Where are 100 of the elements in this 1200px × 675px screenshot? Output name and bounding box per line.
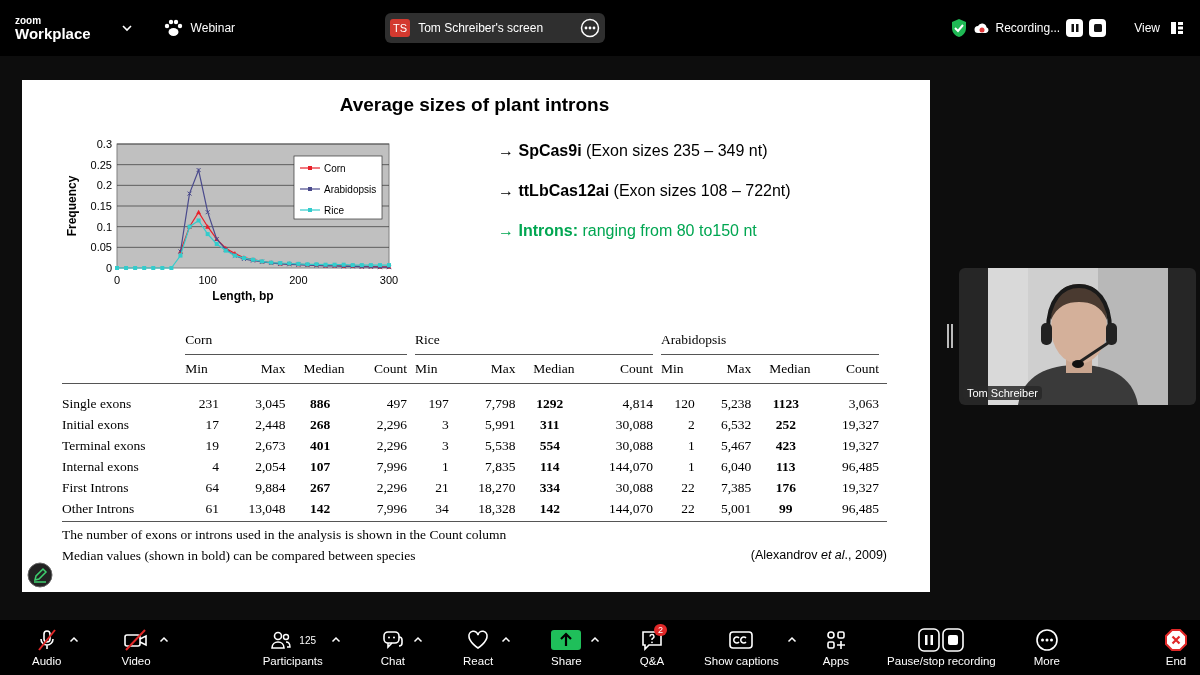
table-cell: 423 (775, 438, 796, 453)
table-cell: 5,991 (485, 417, 516, 432)
table-cell: 2,673 (255, 438, 286, 453)
table-cell: 2,296 (376, 480, 408, 495)
table-cell: 3,063 (848, 396, 879, 411)
table-cell: 19,327 (841, 438, 879, 453)
table-cell: 107 (309, 459, 331, 474)
table-cell: 114 (540, 459, 560, 474)
table-cell: 4,814 (622, 396, 653, 411)
table-cell: 7,996 (376, 501, 408, 516)
table-note: The number of exons or introns used in the analysis is shown in the Count column (62, 527, 508, 543)
x-tick-label: 100 (198, 274, 217, 286)
table-cell: 113 (776, 459, 796, 474)
table-cell: 5,001 (720, 501, 752, 516)
row-label: Terminal exons (62, 438, 146, 453)
table-cell: 22 (681, 480, 695, 495)
table-cell: 176 (775, 480, 796, 495)
table-cell: 120 (674, 396, 695, 411)
table-cell: 61 (205, 501, 219, 516)
table-cell: 3,045 (255, 396, 286, 411)
group-header: Corn (185, 332, 408, 355)
table-cell: 2,054 (255, 459, 286, 474)
table-cell: 19 (205, 438, 219, 453)
column-header: Min (660, 361, 684, 376)
table-cell: 554 (539, 438, 560, 453)
table-cell: 2 (687, 417, 695, 432)
column-header: Median (533, 361, 575, 376)
table-cell: 1123 (772, 396, 799, 411)
table-cell: 99 (779, 501, 793, 516)
column-header: Median (769, 361, 811, 376)
table-cell: 886 (309, 396, 331, 411)
table-cell: 142 (539, 501, 560, 516)
x-axis-title: Length, bp (212, 289, 274, 303)
table-cell: 30,088 (615, 438, 653, 453)
column-header: Min (415, 361, 438, 376)
column-header: Count (846, 361, 879, 376)
table-cell: 7,835 (485, 459, 516, 474)
app-logo: Workplace (15, 25, 91, 41)
table-cell: 4 (212, 459, 219, 474)
table-cell: 2,296 (376, 417, 408, 432)
row-label: Internal exons (62, 459, 139, 474)
table-cell: 2,448 (255, 417, 286, 432)
column-header: Count (619, 361, 653, 376)
table-cell: 6,040 (720, 459, 752, 474)
table-cell: 13,048 (248, 501, 286, 516)
table-cell: 7,996 (376, 459, 408, 474)
table-cell: 3 (442, 417, 449, 432)
y-tick-label: 0.3 (96, 138, 112, 150)
share-banner-label: Tom Schreiber's screen (418, 21, 545, 35)
participant-count: 125 (299, 634, 317, 646)
column-header: Max (726, 361, 752, 376)
column-header: Max (490, 361, 516, 376)
table-cell: 3 (442, 438, 449, 453)
table-cell: 334 (539, 480, 560, 495)
table-cell: 267 (309, 480, 331, 495)
table-cell: 96,485 (841, 501, 879, 516)
table-cell: 19,327 (841, 480, 879, 495)
table-cell: 7,385 (720, 480, 752, 495)
column-header: Count (374, 361, 408, 376)
bullet-text: → ttLbCas12ai (Exon sizes 108 – 722nt) (498, 182, 791, 200)
table-cell: 64 (205, 480, 219, 495)
table-note: Median values (shown in bold) can be compared between species (62, 548, 417, 564)
y-axis-title: Frequency (65, 175, 79, 237)
table-cell: 5,538 (485, 438, 516, 453)
y-tick-label: 0 (105, 262, 112, 274)
table-cell: 1 (687, 438, 695, 453)
table-cell: 96,485 (841, 459, 879, 474)
table-cell: 1 (442, 459, 449, 474)
bullet-text: → SpCas9i (Exon sizes 235 – 349 nt) (498, 142, 769, 160)
table-cell: 34 (435, 501, 449, 516)
table-cell: 1 (687, 459, 695, 474)
row-label: Single exons (62, 396, 132, 411)
recording-label: Recording... (995, 21, 1061, 35)
avatar-initials: TS (390, 19, 411, 37)
table-cell: 30,088 (615, 417, 653, 432)
y-tick-label: 0.1 (96, 220, 112, 233)
table-cell: 17 (205, 417, 219, 432)
table-cell: 2,296 (376, 438, 408, 453)
citation: (Alexandrov et al., 2009) (750, 548, 887, 564)
slide-title: Average sizes of plant introns (338, 94, 611, 116)
table-cell: 18,270 (478, 480, 516, 495)
table-cell: 231 (198, 396, 219, 411)
column-header: Min (185, 361, 208, 376)
y-tick-label: 0.05 (90, 241, 112, 254)
table-cell: 6,532 (720, 417, 752, 432)
x-tick-label: 0 (113, 274, 121, 286)
table-cell: 142 (309, 501, 331, 516)
column-header: Median (303, 361, 345, 376)
row-label: Other Introns (62, 501, 135, 516)
table-cell: 197 (428, 396, 449, 411)
table-cell: 144,070 (609, 459, 653, 474)
table-cell: 144,070 (609, 501, 653, 516)
row-label: First Introns (62, 480, 129, 495)
table-cell: 268 (309, 417, 331, 432)
table-cell: 252 (775, 417, 796, 432)
column-header: Max (260, 361, 286, 376)
table-cell: 497 (386, 396, 408, 411)
row-label: Initial exons (62, 417, 130, 432)
table-cell: 5,467 (720, 438, 752, 453)
table-cell: 9,884 (255, 480, 286, 495)
